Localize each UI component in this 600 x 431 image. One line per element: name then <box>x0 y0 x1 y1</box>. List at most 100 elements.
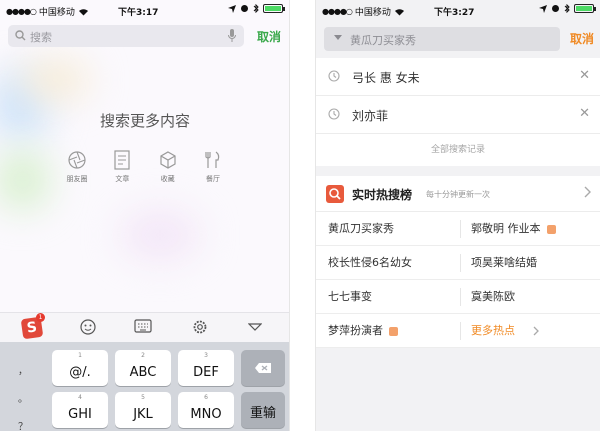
category-restaurants[interactable]: 餐厅 <box>196 150 230 184</box>
wifi-icon <box>394 8 404 15</box>
hot-item[interactable]: 校长性侵6名幼女 <box>328 246 412 280</box>
search-bar: 黄瓜刀买家秀 取消 <box>316 20 600 58</box>
alarm-icon <box>552 5 559 12</box>
search-bar: 搜索 取消 <box>0 20 289 50</box>
hot-search-title: 实时热搜榜 <box>352 188 413 202</box>
microphone-icon[interactable] <box>228 29 236 42</box>
status-time: 下午3:17 <box>118 8 159 18</box>
sogou-logo-button[interactable]: S 1 <box>20 313 45 340</box>
keyboard-icon[interactable] <box>134 319 152 333</box>
bluetooth-icon <box>564 4 570 13</box>
category-label: 收藏 <box>160 175 175 183</box>
status-bar: ●●●●○ 中国移动 下午3:17 <box>0 0 289 20</box>
chevron-right-icon <box>533 326 539 336</box>
symbol-period-key[interactable]: 。 <box>4 390 42 405</box>
history-text: 弓长 惠 女未 <box>352 71 420 85</box>
article-icon <box>114 150 130 170</box>
cancel-button[interactable]: 取消 <box>570 30 594 47</box>
symbol-question-key[interactable]: ？ <box>4 418 42 431</box>
key-5[interactable]: 5 JKL <box>115 392 171 428</box>
category-label: 文章 <box>115 175 130 183</box>
search-icon <box>15 30 26 41</box>
more-hot-link[interactable]: 更多热点 <box>471 314 540 348</box>
nine-key-keyboard: ， 。 ？ 1 @/. 2 ABC 3 DEF 4 GHI 5 JKL 6 MN… <box>0 342 289 431</box>
collapse-chevron-icon[interactable] <box>248 323 262 331</box>
location-icon <box>228 4 236 13</box>
battery-icon <box>574 4 596 13</box>
cube-icon <box>160 151 176 169</box>
key-1[interactable]: 1 @/. <box>52 350 108 386</box>
key-number: 3 <box>204 352 208 359</box>
column-divider <box>460 254 461 272</box>
backspace-icon <box>255 363 271 373</box>
search-scope-dropdown-icon[interactable] <box>334 35 342 40</box>
search-input[interactable]: 搜索 <box>8 25 244 47</box>
key-label: JKL <box>133 407 153 422</box>
hot-item-tagged[interactable]: 梦萍扮演者 <box>328 314 398 348</box>
reset-key[interactable]: 重输 <box>241 392 285 428</box>
aperture-icon <box>68 151 86 169</box>
more-hot-label: 更多热点 <box>471 324 515 337</box>
hot-row: 七七事变 寞美陈欧 <box>316 280 600 314</box>
right-phone-screen: ●●●●○ 中国移动 下午3:27 黄瓜刀买家秀 取消 弓长 惠 女未 ✕ 刘亦… <box>315 0 600 431</box>
bluetooth-icon <box>253 4 259 13</box>
chevron-right-icon <box>584 186 591 198</box>
alarm-icon <box>241 5 248 12</box>
category-label: 餐厅 <box>205 175 220 183</box>
key-label: ABC <box>129 365 157 380</box>
signal-icon: ●●●●○ <box>322 7 353 16</box>
location-icon <box>539 4 547 13</box>
category-articles[interactable]: 文章 <box>105 150 139 184</box>
key-4[interactable]: 4 GHI <box>52 392 108 428</box>
hot-item[interactable]: 七七事变 <box>328 280 372 314</box>
category-moments[interactable]: 朋友圈 <box>60 150 94 184</box>
hot-search-header[interactable]: 实时热搜榜 每十分钟更新一次 <box>316 176 600 212</box>
key-number: 2 <box>141 352 145 359</box>
history-item[interactable]: 弓长 惠 女未 ✕ <box>316 58 600 96</box>
key-number: 4 <box>78 394 82 401</box>
dining-icon <box>205 151 220 168</box>
carrier-label: 中国移动 <box>38 8 75 18</box>
search-placeholder: 搜索 <box>30 31 52 44</box>
status-bar: ●●●●○ 中国移动 下午3:27 <box>316 0 600 20</box>
key-number: 6 <box>204 394 208 401</box>
keyboard-toolbar: S 1 <box>0 312 289 342</box>
delete-key[interactable] <box>241 350 285 386</box>
new-tag-icon <box>546 224 556 234</box>
clock-icon <box>328 70 340 82</box>
emoji-icon[interactable] <box>80 319 96 335</box>
cancel-button[interactable]: 取消 <box>257 28 281 45</box>
history-item[interactable]: 刘亦菲 ✕ <box>316 96 600 134</box>
hot-item[interactable]: 项昊莱啥结婚 <box>471 246 537 280</box>
left-phone-screen: ●●●●○ 中国移动 下午3:17 搜索 取消 搜索更多内容 朋友圈 文章 收藏… <box>0 0 290 431</box>
battery-icon <box>263 4 285 13</box>
blur-blob <box>120 210 200 260</box>
category-favorites[interactable]: 收藏 <box>151 150 185 184</box>
key-3[interactable]: 3 DEF <box>178 350 234 386</box>
symbol-comma-key[interactable]: ， <box>4 362 42 377</box>
reset-key-label: 重输 <box>249 406 276 421</box>
history-text: 刘亦菲 <box>352 109 389 123</box>
hot-item[interactable]: 寞美陈欧 <box>471 280 515 314</box>
blur-blob <box>20 60 90 100</box>
all-history-link[interactable]: 全部搜索记录 <box>316 134 600 166</box>
notification-badge: 1 <box>36 313 45 322</box>
hot-item-tagged[interactable]: 郭敬明 作业本 <box>471 212 556 246</box>
wifi-icon <box>78 8 88 15</box>
search-input[interactable]: 黄瓜刀买家秀 <box>324 27 560 51</box>
hot-item-text: 梦萍扮演者 <box>328 324 383 337</box>
search-query-text: 黄瓜刀买家秀 <box>350 34 416 47</box>
status-time: 下午3:27 <box>434 8 475 18</box>
key-number: 5 <box>141 394 145 401</box>
hot-search-icon <box>326 185 344 203</box>
hot-row: 梦萍扮演者 更多热点 <box>316 314 600 348</box>
remove-history-icon[interactable]: ✕ <box>579 68 590 83</box>
hot-item[interactable]: 黄瓜刀买家秀 <box>328 212 394 246</box>
clock-icon <box>328 108 340 120</box>
settings-gear-icon[interactable] <box>192 319 208 335</box>
key-label: GHI <box>68 407 92 422</box>
search-more-title: 搜索更多内容 <box>99 112 190 130</box>
key-6[interactable]: 6 MNO <box>178 392 234 428</box>
key-2[interactable]: 2 ABC <box>115 350 171 386</box>
remove-history-icon[interactable]: ✕ <box>579 106 590 121</box>
